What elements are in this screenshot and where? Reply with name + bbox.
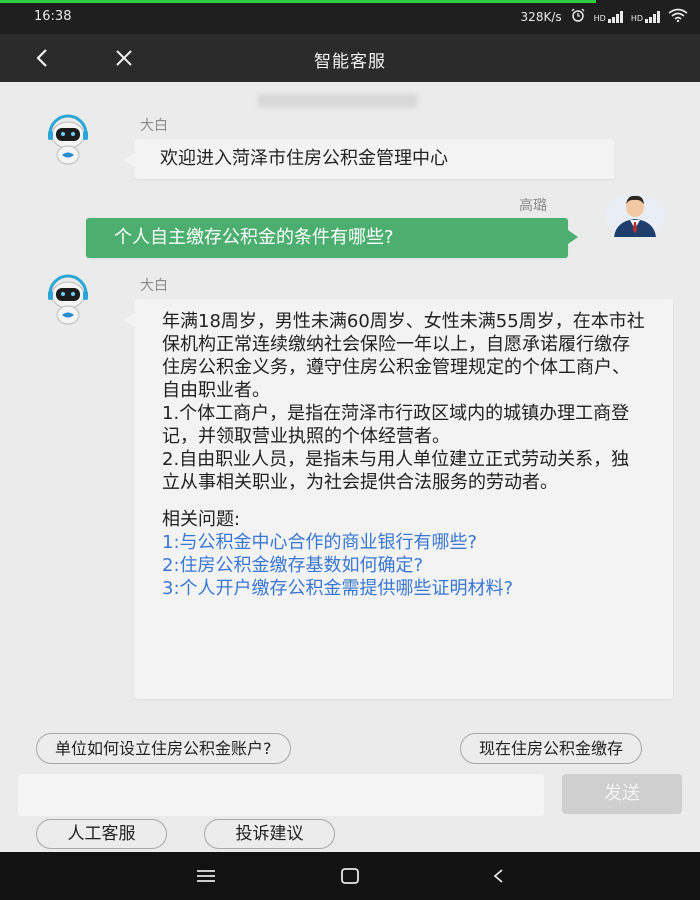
status-bar: 16:38 328K/s HD HD	[0, 0, 700, 34]
message-text: 个人自主缴存公积金的条件有哪些?	[114, 227, 394, 248]
home-nav-button[interactable]	[336, 864, 364, 888]
chat-area[interactable]: 大白 欢迎进入菏泽市住房公积金管理中心 高璐 个人自主缴存公积金的条件有哪些? …	[0, 82, 700, 722]
status-accent-line	[0, 0, 596, 3]
title-bar: 智能客服	[0, 34, 700, 82]
answer-paragraph: 1.个体工商户，是指在菏泽市行政区域内的城镇办理工商登记，并领取营业执照的个体经…	[162, 403, 630, 447]
back-triangle-icon	[493, 869, 503, 883]
wifi-icon	[668, 8, 688, 25]
page-title: 智能客服	[314, 52, 386, 72]
sender-name: 大白	[140, 118, 168, 134]
message-text: 欢迎进入菏泽市住房公积金管理中心	[160, 148, 448, 169]
hd-label-2: HD	[630, 13, 643, 23]
signal-2-icon: HD	[630, 10, 660, 23]
human-service-button[interactable]: 人工客服	[36, 819, 167, 849]
quick-question-chip[interactable]: 单位如何设立住房公积金账户?	[36, 733, 291, 764]
alarm-icon	[570, 8, 586, 25]
system-nav-bar	[0, 852, 700, 900]
menu-icon	[197, 870, 215, 882]
sender-name: 大白	[140, 278, 168, 294]
bot-answer-message: 年满18周岁，男性未满60周岁、女性未满55周岁，在本市社保机构正常连续缴纳社会…	[124, 299, 673, 699]
complaint-suggestion-button[interactable]: 投诉建议	[204, 819, 335, 849]
bot-avatar[interactable]	[40, 272, 96, 328]
status-time: 16:38	[34, 9, 72, 24]
answer-paragraph: 2.自由职业人员，是指未与用人单位建立正式劳动关系，独立从事相关职业，为社会提供…	[162, 449, 630, 493]
quick-questions-row[interactable]: 单位如何设立住房公积金账户? 现在住房公积金缴存	[0, 731, 700, 767]
related-question-link[interactable]: 1:与公积金中心合作的商业银行有哪些?	[162, 531, 645, 554]
message-input[interactable]	[18, 774, 544, 816]
bot-message: 欢迎进入菏泽市住房公积金管理中心	[124, 139, 615, 179]
send-button[interactable]: 发送	[562, 774, 682, 814]
signal-1-icon: HD	[593, 10, 623, 23]
status-indicators: 328K/s HD HD	[521, 8, 688, 25]
quick-question-chip[interactable]: 现在住房公积金缴存	[460, 733, 643, 764]
user-avatar[interactable]	[602, 189, 668, 237]
user-message: 个人自主缴存公积金的条件有哪些?	[86, 218, 578, 258]
answer-paragraph: 年满18周岁，男性未满60周岁、女性未满55周岁，在本市社保机构正常连续缴纳社会…	[162, 311, 645, 401]
network-speed: 328K/s	[520, 9, 562, 24]
home-square-icon	[341, 868, 359, 884]
menu-nav-button[interactable]	[192, 864, 220, 888]
related-question-link[interactable]: 2:住房公积金缴存基数如何确定?	[162, 554, 645, 577]
blurred-timestamp	[258, 94, 418, 108]
related-question-link[interactable]: 3:个人开户缴存公积金需提供哪些证明材料?	[162, 577, 645, 600]
back-nav-button[interactable]	[484, 864, 512, 888]
bot-avatar[interactable]	[40, 112, 96, 168]
sender-name: 高璐	[519, 198, 547, 214]
hd-label: HD	[593, 13, 606, 23]
related-questions-title: 相关问题:	[162, 509, 241, 530]
